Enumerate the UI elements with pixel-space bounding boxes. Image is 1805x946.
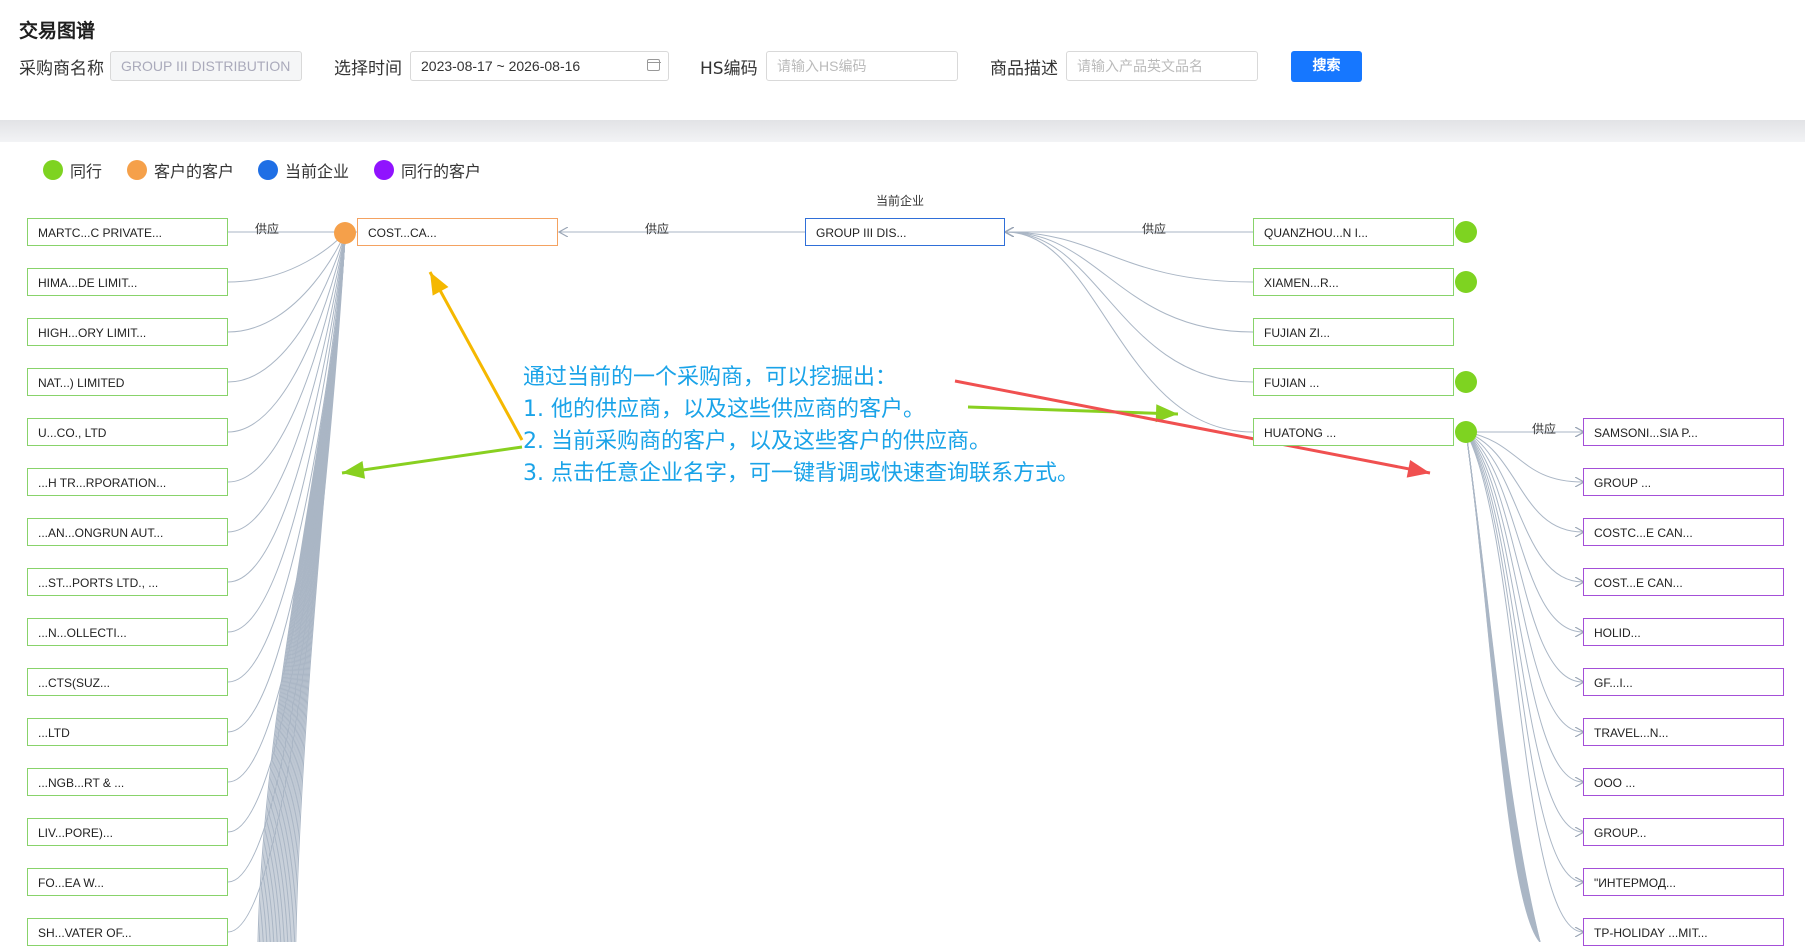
annotation-arrow <box>341 445 523 475</box>
peer-customer-node[interactable]: GROUP ... <box>1583 468 1784 496</box>
peer-node[interactable]: XIAMEN...R... <box>1253 268 1454 296</box>
node-label: QUANZHOU...N I... <box>1264 226 1369 240</box>
node-label: SAMSONI...SIA P... <box>1594 426 1698 440</box>
peer-customer-node[interactable]: HOLID... <box>1583 618 1784 646</box>
supplier-node[interactable]: HIGH...ORY LIMIT... <box>27 318 228 346</box>
peer-customer-node[interactable]: GROUP... <box>1583 818 1784 846</box>
peer-node[interactable]: HUATONG ... <box>1253 418 1454 446</box>
edge-label: 供应 <box>645 222 670 236</box>
peer-customer-node[interactable]: TRAVEL...N... <box>1583 718 1784 746</box>
graph-edge <box>1006 232 1254 333</box>
annotation-arrow-head <box>1406 459 1430 478</box>
node-label: GROUP ... <box>1594 476 1652 490</box>
node-label: ...H TR...RPORATION... <box>38 476 167 490</box>
node-label: COSTC...E CAN... <box>1594 526 1693 540</box>
node-label: OOO ... <box>1594 776 1636 790</box>
graph-edge <box>1465 431 1583 882</box>
node-label: FUJIAN ZI... <box>1264 326 1330 340</box>
supplier-node[interactable]: FO...EA W... <box>27 868 228 896</box>
node-label: SH...VATER OF... <box>38 926 132 940</box>
graph-edge <box>1006 232 1254 283</box>
node-label: GROUP... <box>1594 826 1647 840</box>
annotation-line: 2. 当前采购商的客户，以及这些客户的供应商。 <box>523 429 991 454</box>
peer-node[interactable]: FUJIAN ... <box>1253 368 1454 396</box>
supplier-node[interactable]: ...AN...ONGRUN AUT... <box>27 518 228 546</box>
node-label: MARTC...C PRIVATE... <box>38 226 163 240</box>
peer-customer-node[interactable]: "ИНТЕРМОД... <box>1583 868 1784 896</box>
annotation-arrow-head <box>430 272 449 296</box>
peer-customer-node[interactable]: OOO ... <box>1583 768 1784 796</box>
supplier-node[interactable]: ...H TR...RPORATION... <box>27 468 228 496</box>
node-label: GROUP III DIS... <box>816 226 907 240</box>
graph-edge <box>227 231 346 383</box>
node-label: LIV...PORE)... <box>38 826 113 840</box>
annotation-text: 通过当前的一个采购商，可以挖掘出： 1. 他的供应商，以及这些供应商的客户。 2… <box>523 362 1079 490</box>
node-label: XIAMEN...R... <box>1264 276 1339 290</box>
node-label: COST...CA... <box>368 226 437 240</box>
supplier-node[interactable]: ...ST...PORTS LTD., ... <box>27 568 228 596</box>
annotation-arrow-head <box>342 460 366 479</box>
annotation-line: 3. 点击任意企业名字，可一键背调或快速查询联系方式。 <box>523 461 1079 486</box>
node-label: HIMA...DE LIMIT... <box>38 276 138 290</box>
annotation-line: 通过当前的一个采购商，可以挖掘出： <box>523 365 898 390</box>
node-label: "ИНТЕРМОД... <box>1594 876 1676 890</box>
edge-label: 供应 <box>255 222 280 236</box>
supplier-node[interactable]: NAT...) LIMITED <box>27 368 228 396</box>
node-label: COST...E CAN... <box>1594 576 1683 590</box>
supplier-node[interactable]: ...N...OLLECTI... <box>27 618 228 646</box>
supplier-node[interactable]: LIV...PORE)... <box>27 818 228 846</box>
annotation-line: 1. 他的供应商，以及这些供应商的客户。 <box>523 397 925 422</box>
peer-customer-node[interactable]: GF...I... <box>1583 668 1784 696</box>
node-label: ...LTD <box>38 726 70 740</box>
supplier-node[interactable]: MARTC...C PRIVATE... <box>27 218 228 246</box>
peer-customer-node[interactable]: SAMSONI...SIA P... <box>1583 418 1784 446</box>
node-label: ...CTS(SUZ... <box>38 676 110 690</box>
customer-company-node[interactable]: COST...CA... <box>357 218 558 246</box>
center-company-node[interactable]: GROUP III DIS... <box>805 218 1005 246</box>
peer-node[interactable]: QUANZHOU...N I... <box>1253 218 1454 246</box>
graph-edge <box>227 231 346 283</box>
peer-node[interactable]: FUJIAN ZI... <box>1253 318 1454 346</box>
node-label: HUATONG ... <box>1264 426 1337 440</box>
supplier-node[interactable]: ...NGB...RT & ... <box>27 768 228 796</box>
node-label: TP-HOLIDAY ...MIT... <box>1594 926 1708 940</box>
graph-edge <box>1006 232 1254 383</box>
edge-label: 供应 <box>1142 222 1167 236</box>
node-label: TRAVEL...N... <box>1594 726 1669 740</box>
supplier-node[interactable]: HIMA...DE LIMIT... <box>27 268 228 296</box>
node-label: NAT...) LIMITED <box>38 376 125 390</box>
peer-circle-icon[interactable] <box>1455 271 1477 293</box>
peer-customer-node[interactable]: COSTC...E CAN... <box>1583 518 1784 546</box>
annotation-arrow <box>428 271 524 441</box>
node-label: FUJIAN ... <box>1264 376 1320 390</box>
node-label: ...ST...PORTS LTD., ... <box>38 576 159 590</box>
node-label: HOLID... <box>1594 626 1641 640</box>
graph-edge <box>1465 431 1583 782</box>
node-label: HIGH...ORY LIMIT... <box>38 326 147 340</box>
supplier-node[interactable]: ...CTS(SUZ... <box>27 668 228 696</box>
current-company-label: 当前企业 <box>876 194 925 208</box>
graph-edge <box>1465 431 1583 832</box>
peer-customer-node[interactable]: COST...E CAN... <box>1583 568 1784 596</box>
node-label: GF...I... <box>1594 676 1633 690</box>
peer-circle-icon[interactable] <box>1455 371 1477 393</box>
node-label: FO...EA W... <box>38 876 105 890</box>
node-label: ...N...OLLECTI... <box>38 626 127 640</box>
peer-circle-icon[interactable] <box>1455 421 1477 443</box>
node-label: U...CO., LTD <box>38 426 107 440</box>
peer-circle-icon[interactable] <box>1455 221 1477 243</box>
customer-circle-icon[interactable] <box>334 222 356 244</box>
node-label: ...AN...ONGRUN AUT... <box>38 526 164 540</box>
node-label: ...NGB...RT & ... <box>38 776 125 790</box>
graph-edge <box>1465 431 1583 582</box>
supplier-node[interactable]: U...CO., LTD <box>27 418 228 446</box>
edge-label: 供应 <box>1532 422 1557 436</box>
supplier-node[interactable]: ...LTD <box>27 718 228 746</box>
